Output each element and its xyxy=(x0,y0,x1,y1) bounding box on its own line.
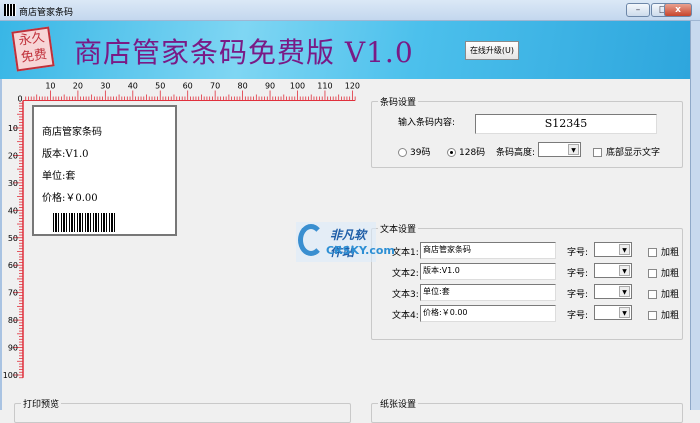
banner-title: 商店管家条码免费版 V1.0 xyxy=(74,36,414,69)
ruler-h-label: 90 xyxy=(265,82,275,91)
ruler-v-label: 30 xyxy=(8,179,18,188)
bold-checkbox[interactable]: 加粗 xyxy=(648,287,679,300)
label-line-1: 商店管家条码 xyxy=(42,127,102,138)
ruler-v-label: 90 xyxy=(8,344,18,353)
font-size-select[interactable]: ▼ xyxy=(594,284,632,299)
show-text-checkbox[interactable]: 底部显示文字 xyxy=(593,145,660,158)
chevron-down-icon[interactable]: ▼ xyxy=(619,286,630,297)
print-preview-group: 打印预览 xyxy=(14,397,351,423)
radio-128[interactable]: 128码 xyxy=(447,145,485,158)
text-input[interactable]: 价格:￥0.00 xyxy=(420,305,556,322)
chevron-down-icon[interactable]: ▼ xyxy=(619,244,630,255)
barcode-settings-legend: 条码设置 xyxy=(378,95,419,108)
ruler-h-label: 0 xyxy=(17,95,22,104)
crsky-watermark: 非凡软件站 CRSKY.com xyxy=(296,222,395,262)
ruler-v-label: 70 xyxy=(8,289,18,298)
ruler-h-label: 50 xyxy=(155,82,165,91)
label-line-3: 单位:套 xyxy=(42,171,76,182)
paper-settings-legend: 纸张设置 xyxy=(378,397,419,410)
show-text-label: 底部显示文字 xyxy=(606,148,661,158)
barcode-content-label: 输入条码内容: xyxy=(398,118,456,128)
minimize-button[interactable]: – xyxy=(626,3,650,17)
text-label: 文本2: xyxy=(392,269,419,279)
bold-checkbox[interactable]: 加粗 xyxy=(648,266,679,279)
text-settings-legend: 文本设置 xyxy=(378,222,419,235)
ruler-h-label: 70 xyxy=(210,82,220,91)
label-preview[interactable]: 商店管家条码 版本:V1.0 单位:套 价格:￥0.00 xyxy=(32,105,177,236)
bold-checkbox[interactable]: 加粗 xyxy=(648,245,679,258)
chevron-down-icon[interactable]: ▼ xyxy=(619,307,630,318)
ruler-v-label: 80 xyxy=(8,316,18,325)
window-title: 商店管家条码 xyxy=(19,8,74,18)
text-input[interactable]: 商店管家条码 xyxy=(420,242,556,259)
ruler-h-label: 30 xyxy=(100,82,110,91)
ruler-h-label: 80 xyxy=(238,82,248,91)
font-size-select[interactable]: ▼ xyxy=(594,305,632,320)
barcode-image xyxy=(53,213,115,232)
radio-128-circle[interactable] xyxy=(447,148,456,157)
ruler-h-label: 110 xyxy=(317,82,332,91)
ruler-v-label: 50 xyxy=(8,234,18,243)
font-size-label: 字号: xyxy=(567,290,589,300)
label-line-2: 版本:V1.0 xyxy=(42,149,89,160)
ruler-v-label: 40 xyxy=(8,206,18,215)
text-input[interactable]: 单位:套 xyxy=(420,284,556,301)
ruler-h-label: 100 xyxy=(290,82,305,91)
bold-label: 加粗 xyxy=(661,248,680,258)
bold-label: 加粗 xyxy=(661,311,680,321)
banner: 永久免费 商店管家条码免费版 V1.0 在线升级(U) xyxy=(0,21,690,79)
font-size-label: 字号: xyxy=(567,269,589,279)
watermark-url: CRSKY.com xyxy=(326,244,395,257)
barcode-settings-group: 条码设置 输入条码内容: S12345 39码 128码 条码高度: ▼ 底部显… xyxy=(371,95,683,168)
checkbox-box[interactable] xyxy=(648,269,657,278)
checkbox-box[interactable] xyxy=(593,148,602,157)
ruler-h-label: 120 xyxy=(345,82,360,91)
checkbox-box[interactable] xyxy=(648,311,657,320)
radio-39-circle[interactable] xyxy=(398,148,407,157)
ruler-h-label: 60 xyxy=(183,82,193,91)
barcode-height-select[interactable]: ▼ xyxy=(538,142,581,157)
chevron-down-icon[interactable]: ▼ xyxy=(619,265,630,276)
ruler-v-label: 60 xyxy=(8,261,18,270)
title-bar: 商店管家条码 – □ x xyxy=(0,0,700,21)
radio-39-label: 39码 xyxy=(410,148,431,158)
label-line-4: 价格:￥0.00 xyxy=(42,193,98,204)
checkbox-box[interactable] xyxy=(648,248,657,257)
ruler-v-label: 10 xyxy=(8,124,18,133)
font-size-select[interactable]: ▼ xyxy=(594,263,632,278)
font-size-select[interactable]: ▼ xyxy=(594,242,632,257)
font-size-label: 字号: xyxy=(567,311,589,321)
ruler-h-label: 10 xyxy=(45,82,55,91)
barcode-height-label: 条码高度: xyxy=(496,148,536,158)
radio-128-label: 128码 xyxy=(459,148,486,158)
online-upgrade-button[interactable]: 在线升级(U) xyxy=(465,41,519,60)
ruler-v-label: 100 xyxy=(3,371,18,380)
text-input[interactable]: 版本:V1.0 xyxy=(420,263,556,280)
paper-settings-group: 纸张设置 xyxy=(371,397,683,423)
ruler-h-label: 40 xyxy=(128,82,138,91)
text-label: 文本4: xyxy=(392,311,419,321)
radio-39[interactable]: 39码 xyxy=(398,145,430,158)
barcode-app-icon xyxy=(4,4,16,16)
ruler-v-label: 20 xyxy=(8,151,18,160)
chevron-down-icon[interactable]: ▼ xyxy=(568,144,579,155)
window-border xyxy=(690,21,700,410)
crsky-logo-icon xyxy=(298,224,324,256)
checkbox-box[interactable] xyxy=(648,290,657,299)
ruler-h-label: 20 xyxy=(73,82,83,91)
bold-checkbox[interactable]: 加粗 xyxy=(648,308,679,321)
bold-label: 加粗 xyxy=(661,290,680,300)
text-settings-group: 文本设置 文本1: 商店管家条码 字号: ▼ 加粗 文本2: 版本:V1.0 字… xyxy=(371,222,683,340)
bold-label: 加粗 xyxy=(661,269,680,279)
barcode-content-input[interactable]: S12345 xyxy=(475,114,657,134)
text-label: 文本3: xyxy=(392,290,419,300)
print-preview-legend: 打印预览 xyxy=(21,397,62,410)
free-forever-stamp: 永久免费 xyxy=(11,26,55,72)
close-button[interactable]: x xyxy=(664,3,692,17)
font-size-label: 字号: xyxy=(567,248,589,258)
text-label: 文本1: xyxy=(392,248,419,258)
